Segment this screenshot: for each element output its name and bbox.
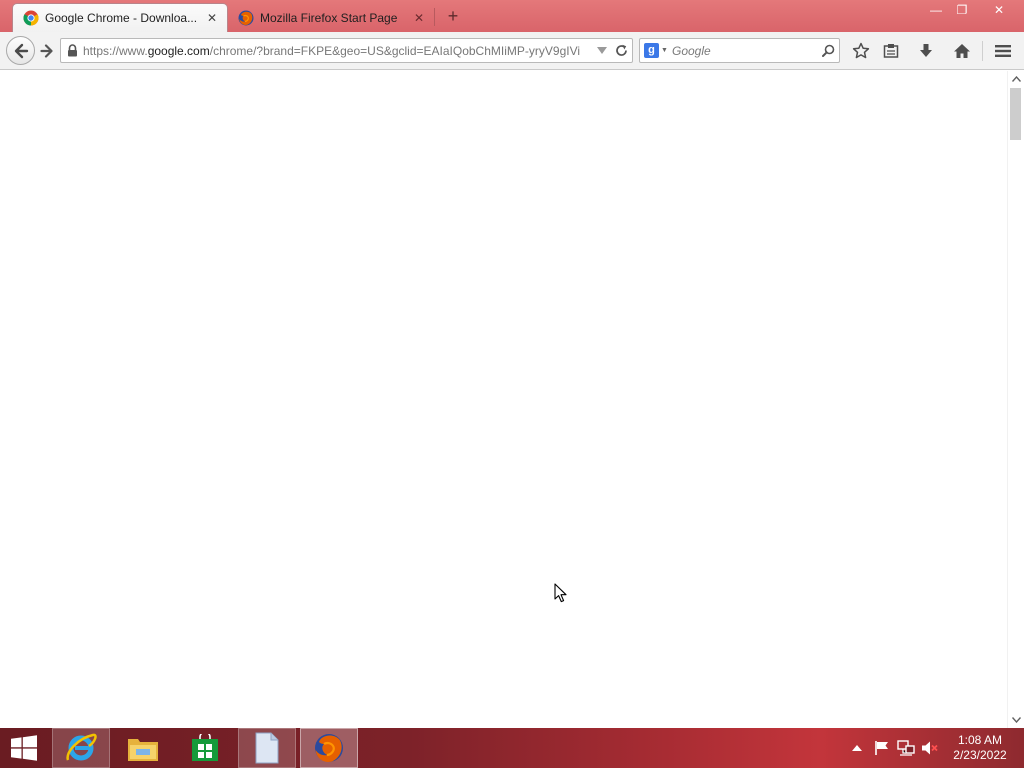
- tab-title: Google Chrome - Downloa...: [45, 11, 198, 25]
- close-tab-icon[interactable]: ✕: [205, 11, 219, 25]
- store-icon: [192, 734, 218, 761]
- taskbar-document[interactable]: [238, 728, 296, 768]
- navigation-toolbar: https://www.google.com/chrome/?brand=FKP…: [0, 32, 1024, 70]
- url-text[interactable]: https://www.google.com/chrome/?brand=FKP…: [83, 44, 594, 58]
- forward-arrow-icon: [40, 44, 53, 58]
- google-engine-icon: g: [644, 43, 660, 58]
- url-prefix: https://www.: [83, 43, 148, 58]
- minimize-button[interactable]: —: [922, 0, 950, 20]
- document-icon: [255, 732, 279, 764]
- clock-time: 1:08 AM: [957, 733, 1003, 747]
- tab-separator: [434, 8, 435, 26]
- hamburger-menu-icon[interactable]: [992, 40, 1014, 62]
- tab-mozilla-firefox-start-page[interactable]: Mozilla Firefox Start Page ✕: [228, 3, 434, 32]
- network-icon[interactable]: [897, 740, 915, 756]
- scrollbar-thumb[interactable]: [1010, 88, 1021, 140]
- new-tab-button[interactable]: +: [443, 6, 463, 26]
- address-bar[interactable]: https://www.google.com/chrome/?brand=FKP…: [60, 38, 633, 63]
- start-button[interactable]: [8, 734, 40, 762]
- close-tab-icon[interactable]: ✕: [412, 11, 426, 25]
- firefox-icon: [315, 734, 343, 763]
- search-input[interactable]: [672, 43, 817, 58]
- chevron-down-icon: ▼: [661, 47, 668, 54]
- lock-icon[interactable]: [61, 39, 83, 62]
- scroll-up-icon[interactable]: [1008, 71, 1024, 87]
- action-center-flag-icon[interactable]: [873, 740, 891, 756]
- volume-muted-icon[interactable]: [921, 740, 939, 756]
- bookmark-star-icon[interactable]: [850, 40, 872, 62]
- url-path: /chrome/?brand=FKPE&geo=US&gclid=EAIaIQo…: [209, 43, 581, 58]
- taskbar-firefox[interactable]: [300, 728, 358, 768]
- windows-logo-icon: [11, 735, 37, 761]
- bookmarks-menu-icon[interactable]: [880, 40, 902, 62]
- chrome-icon: [23, 10, 39, 26]
- taskbar: 1:08 AM 2/23/2022: [0, 728, 1024, 768]
- taskbar-internet-explorer[interactable]: [52, 728, 110, 768]
- taskbar-file-explorer[interactable]: [114, 728, 172, 768]
- url-host: google.com: [147, 43, 210, 58]
- reload-icon[interactable]: [610, 39, 632, 62]
- search-bar[interactable]: g ▼: [639, 38, 840, 63]
- search-icon[interactable]: [817, 39, 839, 62]
- vertical-scrollbar[interactable]: [1007, 71, 1024, 728]
- tab-title: Mozilla Firefox Start Page: [260, 10, 398, 25]
- restore-button[interactable]: ❐: [948, 0, 976, 20]
- close-window-button[interactable]: ✕: [984, 0, 1014, 20]
- mouse-cursor-icon: [554, 583, 567, 603]
- system-clock[interactable]: 1:08 AM 2/23/2022: [944, 733, 1016, 763]
- download-icon[interactable]: [915, 40, 937, 62]
- back-arrow-icon: [14, 43, 28, 58]
- page-content[interactable]: [0, 71, 1007, 728]
- back-button[interactable]: [6, 36, 35, 65]
- title-bar: Google Chrome - Downloa... ✕ Mozilla Fir…: [0, 0, 1024, 32]
- home-icon[interactable]: [951, 40, 973, 62]
- tab-google-chrome-download[interactable]: Google Chrome - Downloa... ✕: [12, 3, 228, 32]
- folder-icon: [128, 739, 158, 761]
- forward-button[interactable]: [38, 42, 56, 60]
- toolbar-separator: [982, 41, 983, 61]
- taskbar-store[interactable]: [176, 728, 234, 768]
- scroll-down-icon[interactable]: [1008, 712, 1024, 728]
- ie-icon: [66, 733, 97, 761]
- firefox-icon: [238, 10, 254, 26]
- show-hidden-icons-icon[interactable]: [848, 740, 866, 756]
- clock-date: 2/23/2022: [953, 748, 1007, 762]
- history-dropdown-icon[interactable]: [594, 39, 610, 62]
- search-engine-selector[interactable]: g ▼: [640, 39, 672, 62]
